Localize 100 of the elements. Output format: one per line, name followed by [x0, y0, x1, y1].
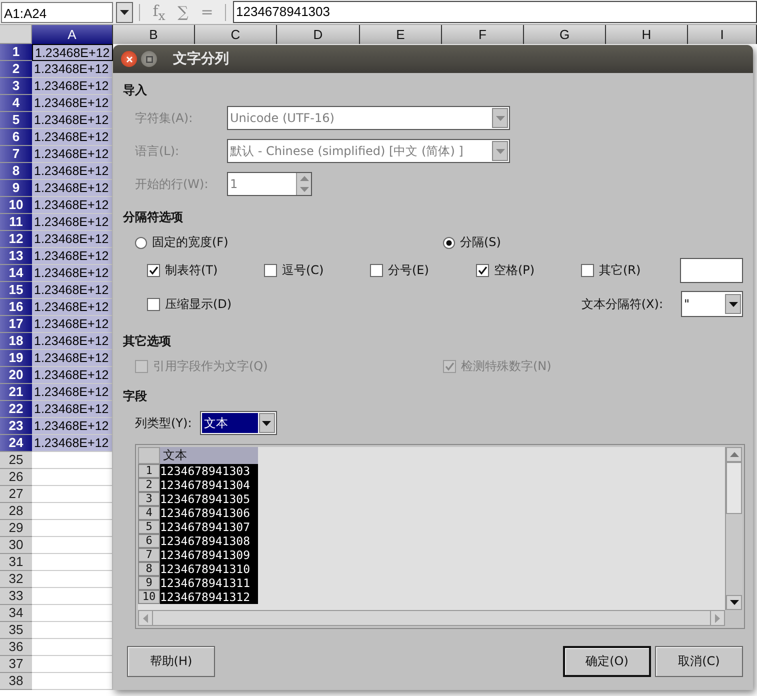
row-header[interactable]: 14: [0, 265, 32, 282]
row-header[interactable]: 3: [0, 78, 32, 95]
table-cell[interactable]: 1.23468E+12: [32, 163, 113, 180]
row-header[interactable]: 4: [0, 95, 32, 112]
table-cell[interactable]: 1.23468E+12: [32, 129, 113, 146]
column-header[interactable]: H: [606, 25, 688, 44]
row-header[interactable]: 11: [0, 214, 32, 231]
row-header[interactable]: 25: [0, 452, 32, 469]
table-cell[interactable]: 1.23468E+12: [32, 367, 113, 384]
row-header[interactable]: 23: [0, 418, 32, 435]
table-cell[interactable]: 1.23468E+12: [32, 333, 113, 350]
table-cell[interactable]: 1.23468E+12: [32, 418, 113, 435]
row-header[interactable]: 17: [0, 316, 32, 333]
select-all-corner[interactable]: [0, 25, 32, 44]
row-header[interactable]: 24: [0, 435, 32, 452]
row-header[interactable]: 18: [0, 333, 32, 350]
column-header[interactable]: D: [277, 25, 360, 44]
up-arrow-icon[interactable]: [730, 452, 738, 457]
table-cell[interactable]: 1.23468E+12: [32, 95, 113, 112]
row-header[interactable]: 6: [0, 129, 32, 146]
dropdown-button[interactable]: [116, 2, 133, 22]
table-cell[interactable]: 1.23468E+12: [32, 384, 113, 401]
row-header[interactable]: 34: [0, 605, 32, 622]
row-header[interactable]: 28: [0, 503, 32, 520]
column-header[interactable]: F: [442, 25, 524, 44]
maximize-button[interactable]: [141, 51, 157, 67]
row-header[interactable]: 7: [0, 146, 32, 163]
row-header[interactable]: 12: [0, 231, 32, 248]
row-header[interactable]: 33: [0, 588, 32, 605]
row-header[interactable]: 9: [0, 180, 32, 197]
table-cell[interactable]: 1.23468E+12: [32, 146, 113, 163]
row-header[interactable]: 36: [0, 639, 32, 656]
row-header[interactable]: 26: [0, 469, 32, 486]
column-header[interactable]: 文本: [160, 447, 258, 464]
table-cell[interactable]: 1.23468E+12: [32, 316, 113, 333]
row-header[interactable]: 16: [0, 299, 32, 316]
table-cell[interactable]: 1.23468E+12: [32, 197, 113, 214]
vertical-scrollbar[interactable]: [725, 447, 742, 610]
row-header[interactable]: 13: [0, 248, 32, 265]
dropdown-field[interactable]: 文本: [200, 411, 277, 435]
ok-button[interactable]: 确定(O): [563, 646, 651, 677]
row-header[interactable]: 22: [0, 401, 32, 418]
row-header[interactable]: 20: [0, 367, 32, 384]
help-button[interactable]: 帮助(H): [127, 646, 215, 677]
table-cell[interactable]: 1.23468E+12: [32, 350, 113, 367]
checkbox[interactable]: [370, 264, 383, 277]
row-header[interactable]: 21: [0, 384, 32, 401]
table-cell[interactable]: 1.23468E+12: [32, 265, 113, 282]
table-cell[interactable]: 1.23468E+12: [32, 435, 113, 452]
checkbox[interactable]: [264, 264, 277, 277]
table-cell[interactable]: 1.23468E+12: [32, 112, 113, 129]
name-box[interactable]: A1:A24: [1, 2, 113, 22]
row-header[interactable]: 2: [0, 61, 32, 78]
row-header[interactable]: 30: [0, 537, 32, 554]
column-header[interactable]: E: [360, 25, 442, 44]
column-header[interactable]: A: [32, 25, 113, 44]
table-cell[interactable]: 1.23468E+12: [32, 299, 113, 316]
dropdown-field[interactable]: ": [681, 291, 743, 317]
right-arrow-icon[interactable]: [715, 614, 720, 622]
table-cell[interactable]: 1.23468E+12: [32, 248, 113, 265]
row-header[interactable]: 27: [0, 486, 32, 503]
table-cell[interactable]: 1.23468E+12: [32, 231, 113, 248]
column-header[interactable]: C: [195, 25, 277, 44]
formula-input[interactable]: 1234678941303: [233, 1, 757, 23]
row-header[interactable]: 32: [0, 571, 32, 588]
column-header[interactable]: G: [524, 25, 606, 44]
table-cell[interactable]: 1.23468E+12: [32, 180, 113, 197]
row-header[interactable]: 8: [0, 163, 32, 180]
table-cell[interactable]: 1.23468E+12: [32, 61, 113, 78]
row-header[interactable]: 38: [0, 673, 32, 690]
table-cell[interactable]: 1.23468E+12: [32, 78, 113, 95]
row-header[interactable]: 37: [0, 656, 32, 673]
close-button[interactable]: [121, 51, 137, 67]
column-header[interactable]: I: [688, 25, 757, 44]
checkbox[interactable]: [581, 264, 594, 277]
row-header[interactable]: 35: [0, 622, 32, 639]
row-header[interactable]: 5: [0, 112, 32, 129]
radio-button[interactable]: [443, 236, 455, 248]
table-cell[interactable]: 1.23468E+12: [32, 44, 113, 61]
checkbox[interactable]: [147, 298, 160, 310]
row-header[interactable]: 19: [0, 350, 32, 367]
radio-button[interactable]: [135, 236, 147, 248]
checkbox[interactable]: [476, 264, 489, 277]
field-label: 列类型(Y):: [135, 414, 192, 432]
checkbox[interactable]: [147, 264, 160, 277]
up-arrow-icon[interactable]: [300, 176, 308, 181]
other-delimiter-field[interactable]: [680, 258, 743, 283]
row-header[interactable]: 10: [0, 197, 32, 214]
column-header[interactable]: B: [113, 25, 195, 44]
row-header[interactable]: 29: [0, 520, 32, 537]
row-header[interactable]: 15: [0, 282, 32, 299]
row-header[interactable]: 1: [0, 44, 32, 61]
horizontal-scrollbar[interactable]: [138, 610, 725, 626]
left-arrow-icon[interactable]: [143, 614, 148, 622]
table-cell[interactable]: 1.23468E+12: [32, 401, 113, 418]
row-header[interactable]: 31: [0, 554, 32, 571]
cancel-button[interactable]: 取消(C): [655, 646, 743, 677]
table-cell[interactable]: 1.23468E+12: [32, 282, 113, 299]
down-arrow-icon[interactable]: [730, 600, 738, 605]
table-cell[interactable]: 1.23468E+12: [32, 214, 113, 231]
